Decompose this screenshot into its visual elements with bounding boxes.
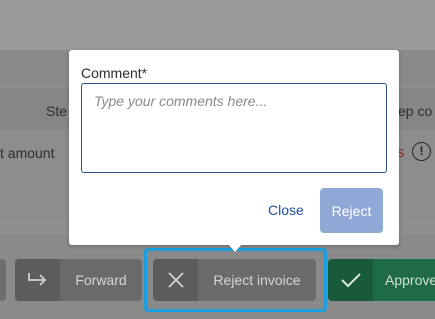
approve-button-label: Approve — [385, 272, 435, 288]
checkmark-icon — [328, 259, 373, 301]
comment-input[interactable] — [81, 83, 387, 173]
info-icon[interactable]: ! — [412, 142, 431, 161]
approve-button[interactable]: Approve — [328, 259, 435, 301]
reject-comment-popover: Comment* Close Reject — [69, 50, 399, 245]
comment-label: Comment* — [81, 65, 148, 81]
previous-action-button[interactable] — [0, 259, 6, 301]
page-top-area — [0, 0, 435, 50]
focus-highlight — [144, 248, 327, 312]
forward-button[interactable]: Forward — [15, 259, 142, 301]
forward-arrow-icon — [15, 259, 60, 301]
column-header-step-comment: ep co — [398, 103, 433, 119]
column-header-step: Ste — [46, 103, 68, 119]
reject-button[interactable]: Reject — [320, 188, 383, 233]
close-link[interactable]: Close — [268, 202, 304, 218]
popover-arrow — [228, 244, 242, 252]
row-amount-label: t amount — [0, 145, 55, 161]
forward-button-label: Forward — [75, 272, 127, 288]
